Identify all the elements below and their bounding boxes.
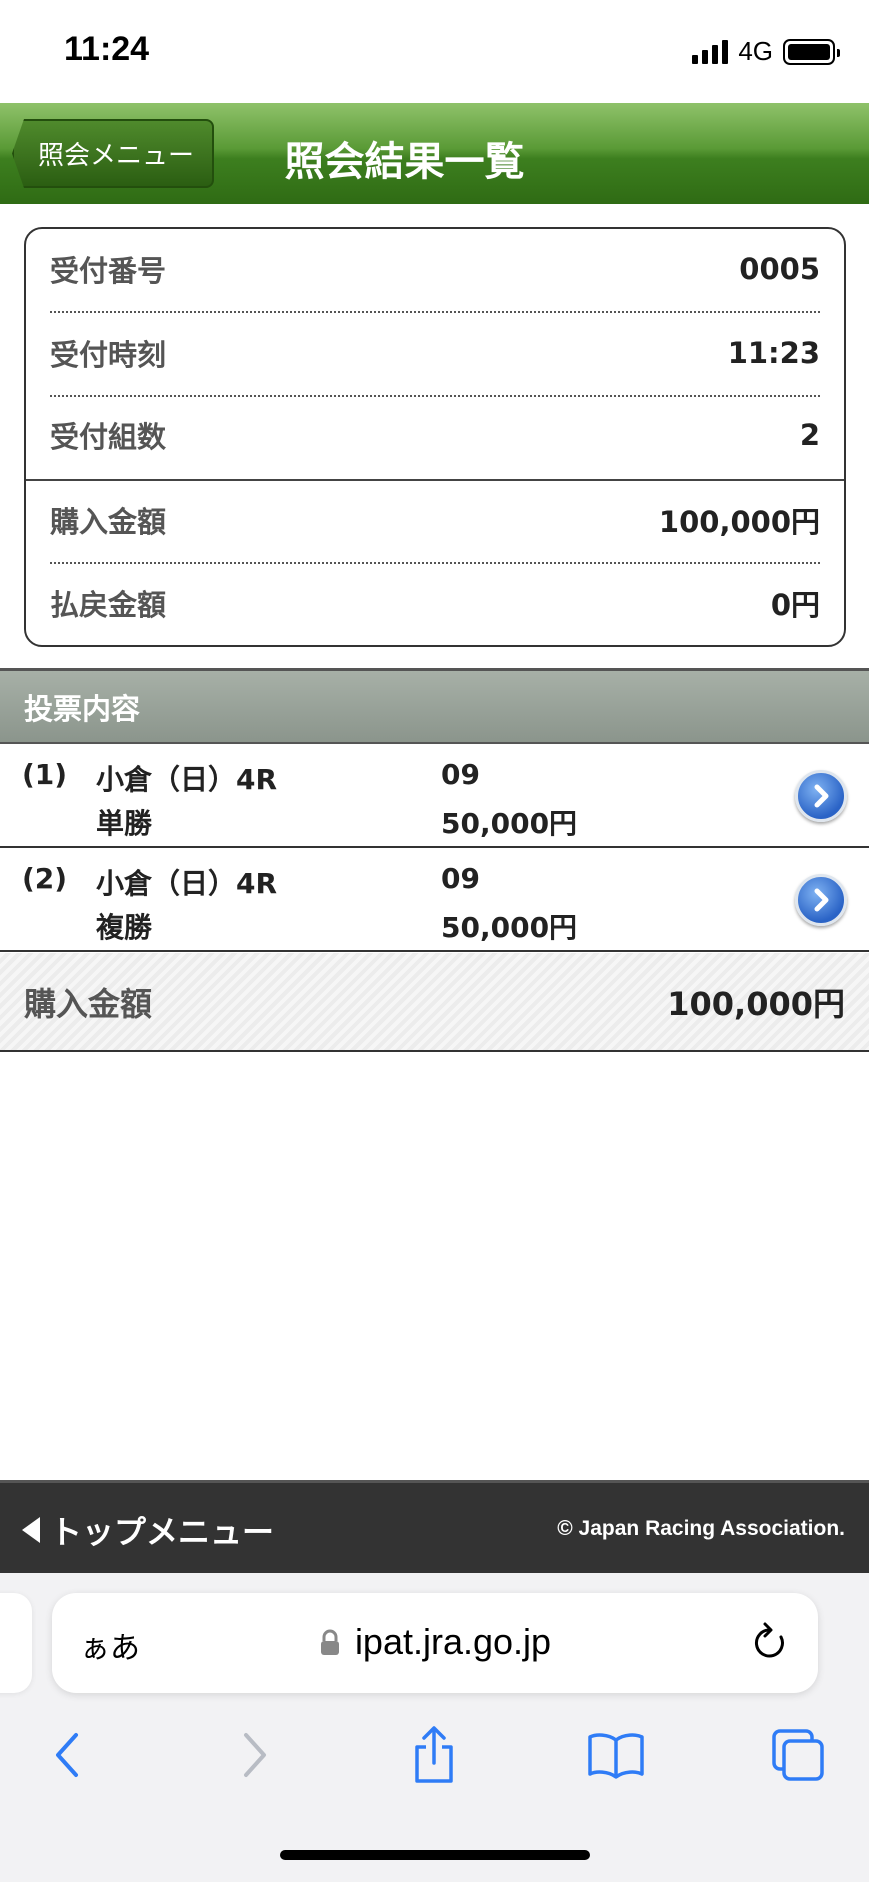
- detail-chevron-button[interactable]: [795, 770, 847, 822]
- bet-race: 小倉（日）4R: [96, 763, 278, 796]
- page-title: 照会結果一覧: [284, 139, 525, 185]
- info-row-purchase-amount: 購入金額 100,000円: [50, 480, 820, 560]
- info-value: 2: [799, 418, 820, 452]
- triangle-left-icon: [22, 1517, 40, 1543]
- tabs-icon: [772, 1729, 824, 1781]
- back-button[interactable]: [36, 1723, 100, 1787]
- info-row-receipt-time: 受付時刻 11:23: [50, 313, 820, 393]
- total-row: 購入金額 100,000円: [0, 953, 869, 1052]
- chevron-right-icon: [814, 888, 829, 912]
- bet-type: 単勝: [96, 807, 153, 840]
- browser-chrome: ぁあ ipat.jra.go.jp: [0, 1573, 869, 1882]
- info-row-receipt-number: 受付番号 0005: [50, 229, 820, 309]
- info-label: 受付時刻: [50, 338, 167, 372]
- network-type: 4G: [738, 36, 773, 66]
- bet-type: 複勝: [96, 911, 153, 944]
- info-label: 購入金額: [50, 505, 167, 539]
- browser-toolbar: [0, 1723, 869, 1803]
- reload-icon[interactable]: [750, 1621, 790, 1665]
- bet-number: (2): [22, 862, 68, 895]
- info-row-set-count: 受付組数 2: [50, 395, 820, 475]
- copyright: © Japan Racing Association.: [557, 1517, 845, 1540]
- total-value: 100,000円: [667, 984, 845, 1023]
- share-button[interactable]: [402, 1723, 466, 1787]
- bet-row[interactable]: (1) 小倉（日）4R 単勝 09 50,000円: [0, 744, 869, 848]
- app-header: 照会メニュー 照会結果一覧: [0, 103, 869, 204]
- chevron-right-icon: [814, 784, 829, 808]
- chevron-left-icon: [56, 1733, 78, 1777]
- receipt-info-box: 受付番号 0005 受付時刻 11:23 受付組数 2 購入金額 100,000…: [24, 227, 846, 647]
- bet-horse-number: 09: [441, 758, 480, 791]
- detail-chevron-button[interactable]: [795, 874, 847, 926]
- info-value: 0円: [770, 588, 820, 622]
- status-indicators: 4G: [692, 36, 840, 67]
- signal-icon: [692, 39, 729, 64]
- bet-number: (1): [22, 758, 68, 791]
- battery-icon: [783, 38, 840, 65]
- share-icon: [415, 1726, 453, 1783]
- address-bar[interactable]: ぁあ ipat.jra.go.jp: [52, 1593, 818, 1693]
- bet-race: 小倉（日）4R: [96, 867, 278, 900]
- status-bar: 11:24 4G: [0, 0, 869, 103]
- info-label: 受付組数: [50, 420, 167, 454]
- section-header-votes: 投票内容: [0, 668, 869, 744]
- bet-row[interactable]: (2) 小倉（日）4R 複勝 09 50,000円: [0, 848, 869, 952]
- lock-icon: [320, 1629, 339, 1655]
- bet-horse-number: 09: [441, 862, 480, 895]
- previous-tab-edge[interactable]: [0, 1593, 32, 1693]
- info-label: 払戻金額: [50, 588, 167, 622]
- status-time: 11:24: [64, 30, 150, 68]
- total-label: 購入金額: [24, 984, 153, 1023]
- info-row-payout-amount: 払戻金額 0円: [50, 563, 820, 643]
- top-menu-label: トップメニュー: [50, 1513, 275, 1551]
- info-label: 受付番号: [50, 254, 167, 288]
- tabs-button[interactable]: [766, 1723, 830, 1787]
- url-display[interactable]: ipat.jra.go.jp: [52, 1621, 818, 1663]
- top-menu-link[interactable]: トップメニュー: [20, 1507, 274, 1553]
- footer: トップメニュー © Japan Racing Association.: [0, 1480, 869, 1573]
- chevron-right-icon: [244, 1733, 266, 1777]
- forward-button[interactable]: [222, 1723, 286, 1787]
- home-indicator: [280, 1850, 590, 1860]
- info-value: 0005: [739, 252, 820, 286]
- bookmarks-button[interactable]: [584, 1723, 648, 1787]
- url-text: ipat.jra.go.jp: [354, 1621, 552, 1662]
- info-value: 11:23: [727, 336, 820, 370]
- bet-amount: 50,000円: [441, 807, 578, 840]
- info-value: 100,000円: [658, 505, 820, 539]
- book-icon: [588, 1733, 644, 1779]
- bet-amount: 50,000円: [441, 911, 578, 944]
